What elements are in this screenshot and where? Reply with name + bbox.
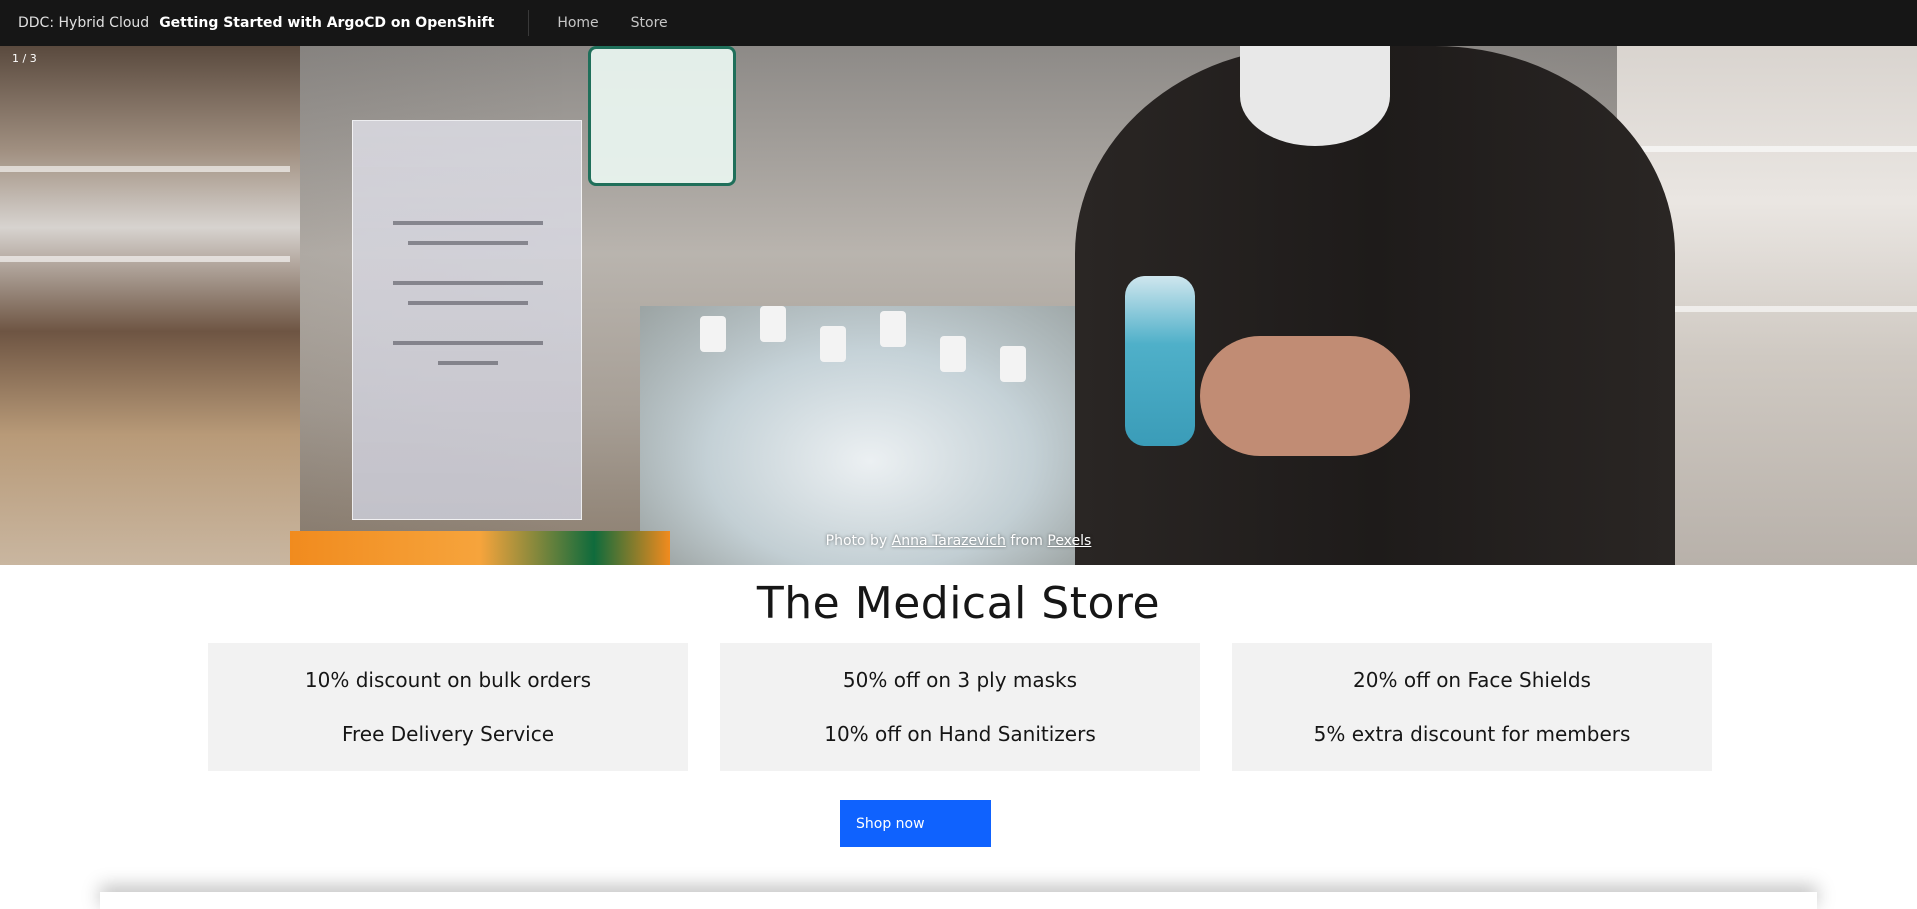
- hero-photo-display-box: [588, 46, 736, 186]
- offer-card: 10% discount on bulk orders Free Deliver…: [208, 643, 688, 771]
- offer-text: 5% extra discount for members: [1313, 722, 1631, 746]
- hero-photo-shelf-left: [0, 46, 300, 565]
- hero-photo-sanitizer: [1125, 276, 1195, 446]
- offer-text: 10% discount on bulk orders: [304, 668, 592, 692]
- hero-carousel[interactable]: 1 / 3 Photo by Anna Tarazevich from Pexe…: [0, 46, 1917, 565]
- credit-author-link[interactable]: Anna Tarazevich: [892, 533, 1006, 549]
- photo-credit: Photo by Anna Tarazevich from Pexels: [0, 533, 1917, 549]
- hero-photo-mask: [1240, 46, 1390, 146]
- brand[interactable]: DDC: Hybrid Cloud Getting Started with A…: [0, 0, 494, 46]
- bottom-panel-edge: [100, 892, 1817, 909]
- hero-photo-bottles: [640, 306, 1100, 565]
- top-header: DDC: Hybrid Cloud Getting Started with A…: [0, 0, 1917, 46]
- offer-text: 20% off on Face Shields: [1353, 668, 1591, 692]
- shelf-line: [0, 256, 290, 262]
- credit-prefix: Photo by: [825, 533, 888, 549]
- credit-source-link[interactable]: Pexels: [1047, 533, 1091, 549]
- offer-card: 50% off on 3 ply masks 10% off on Hand S…: [720, 643, 1200, 771]
- credit-middle: from: [1010, 533, 1043, 549]
- brand-prefix: DDC: Hybrid Cloud: [18, 15, 150, 31]
- offers-grid: 10% discount on bulk orders Free Deliver…: [208, 643, 1712, 771]
- shelf-line: [0, 166, 290, 172]
- nav-item-home[interactable]: Home: [541, 0, 614, 46]
- offer-text: Free Delivery Service: [341, 722, 555, 746]
- shelf-line: [1617, 146, 1917, 152]
- hero-photo-arm: [1200, 336, 1410, 456]
- header-nav: Home Store: [541, 0, 683, 46]
- header-divider: [528, 10, 530, 36]
- offer-text: 10% off on Hand Sanitizers: [824, 722, 1096, 746]
- offer-text: 50% off on 3 ply masks: [842, 668, 1078, 692]
- slide-counter: 1 / 3: [12, 52, 37, 65]
- nav-item-store[interactable]: Store: [615, 0, 684, 46]
- shop-now-button[interactable]: Shop now: [840, 800, 991, 847]
- page-title: The Medical Store: [756, 578, 1161, 629]
- brand-name: Getting Started with ArgoCD on OpenShift: [159, 15, 495, 31]
- hero-photo-sign: [352, 120, 582, 520]
- offer-card: 20% off on Face Shields 5% extra discoun…: [1232, 643, 1712, 771]
